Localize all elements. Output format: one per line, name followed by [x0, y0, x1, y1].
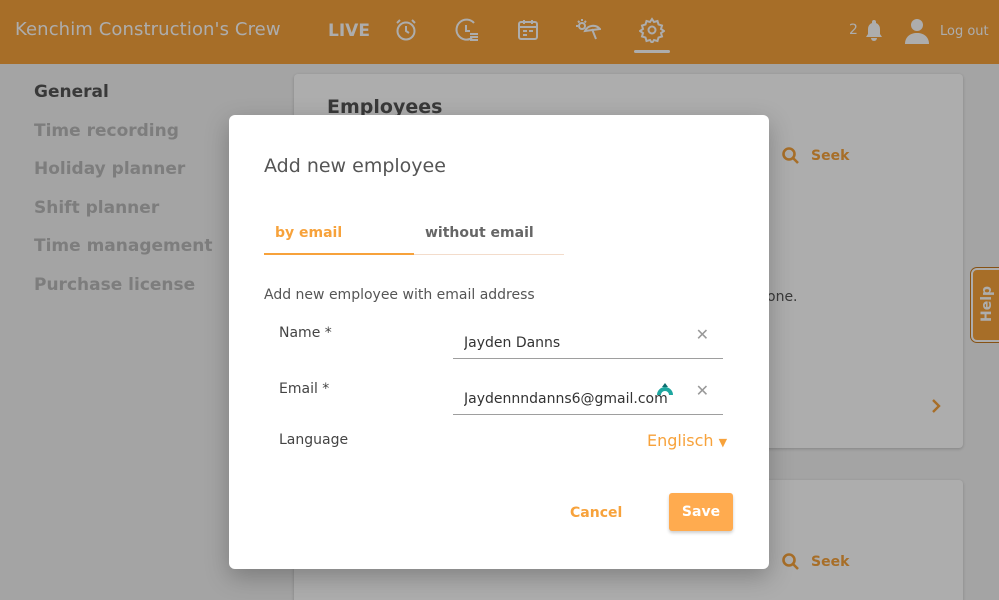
password-manager-icon[interactable]	[655, 379, 675, 399]
clear-email-icon[interactable]: ✕	[696, 381, 709, 400]
name-label: Name *	[279, 325, 332, 341]
add-employee-dialog: Add new employee by email without email …	[229, 115, 769, 569]
language-label: Language	[279, 432, 349, 448]
name-field: ✕	[453, 325, 723, 359]
tab-by-email[interactable]: by email	[264, 225, 414, 255]
cancel-button[interactable]: Cancel	[570, 505, 622, 521]
tab-bar: by email without email	[264, 221, 564, 255]
clear-name-icon[interactable]: ✕	[696, 325, 709, 344]
save-button[interactable]: Save	[669, 493, 733, 531]
email-label: Email *	[279, 381, 330, 397]
name-input[interactable]	[464, 335, 684, 351]
email-input[interactable]	[464, 391, 684, 407]
email-field: ✕	[453, 381, 723, 415]
caret-down-icon: ▼	[718, 436, 728, 449]
tab-without-email[interactable]: without email	[414, 225, 564, 255]
language-select[interactable]: Englisch ▼	[647, 431, 727, 450]
dialog-title: Add new employee	[264, 155, 446, 177]
language-value: Englisch	[647, 431, 714, 450]
dialog-description: Add new employee with email address	[264, 287, 535, 303]
